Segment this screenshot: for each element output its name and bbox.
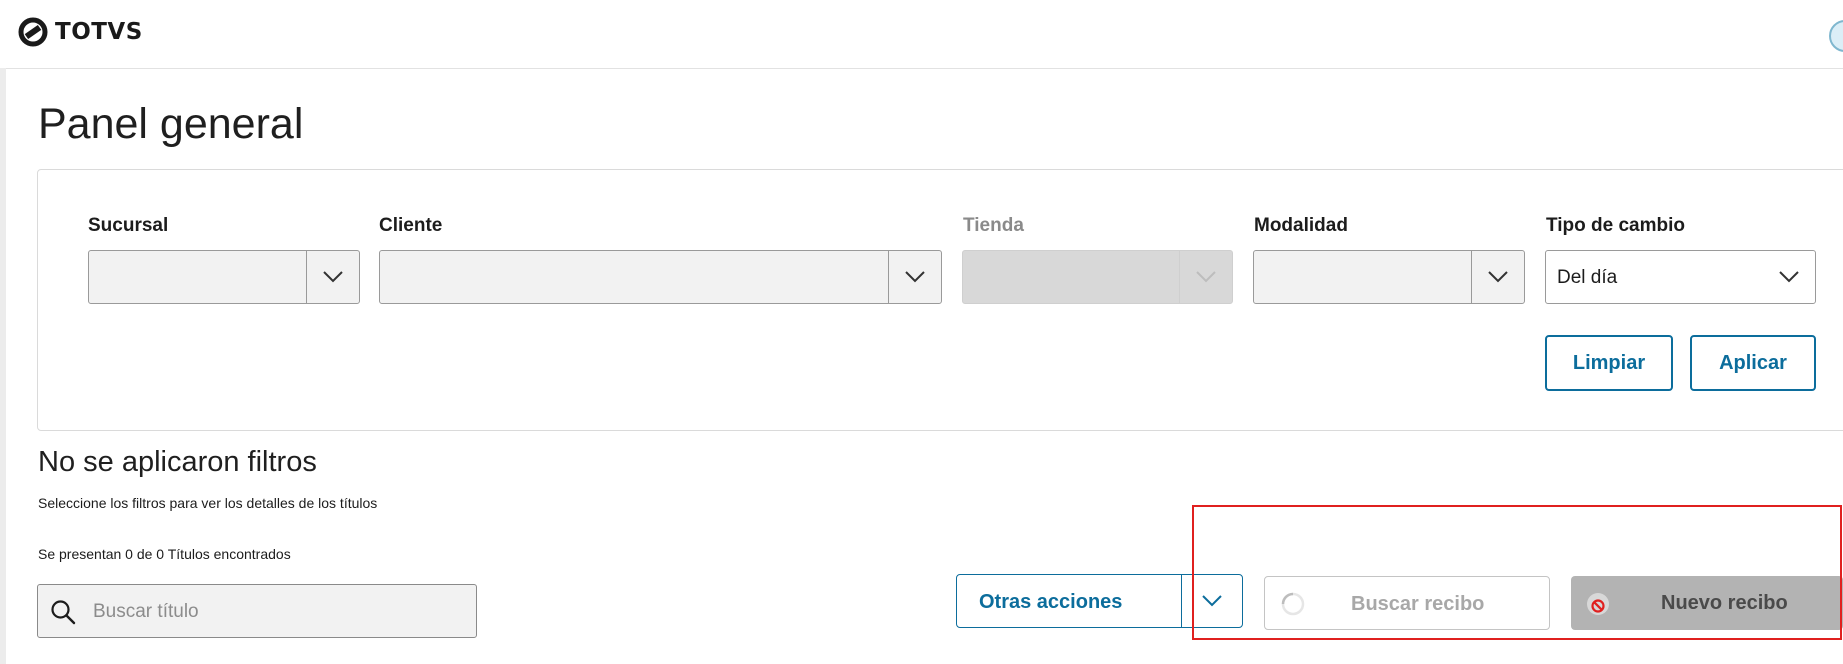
chevron-down-icon — [1202, 595, 1222, 607]
page-title: Panel general — [38, 100, 304, 148]
apply-button[interactable]: Aplicar — [1690, 335, 1816, 391]
modalidad-dropdown-toggle[interactable] — [1471, 251, 1524, 303]
search-receipt-label: Buscar recibo — [1351, 593, 1485, 615]
tienda-dropdown-toggle — [1179, 251, 1232, 303]
cliente-label: Cliente — [379, 215, 443, 236]
chevron-down-icon — [905, 271, 925, 283]
search-placeholder: Buscar título — [93, 601, 199, 622]
modalidad-select[interactable] — [1253, 250, 1525, 304]
chevron-down-icon — [1488, 271, 1508, 283]
sucursal-select[interactable] — [88, 250, 360, 304]
tienda-select — [962, 250, 1233, 304]
totvs-logo[interactable]: TOTVS — [18, 15, 143, 49]
top-bar: TOTVS — [0, 0, 1843, 69]
no-filters-title: No se aplicaron filtros — [38, 446, 317, 478]
other-actions-label: Otras acciones — [979, 591, 1123, 613]
tipo-cambio-label: Tipo de cambio — [1546, 215, 1686, 236]
search-icon — [51, 600, 76, 625]
totvs-logo-icon — [18, 17, 48, 47]
sucursal-dropdown-toggle[interactable] — [306, 251, 359, 303]
tipo-cambio-value: Del día — [1557, 267, 1618, 288]
search-receipt-button[interactable]: Buscar recibo — [1264, 576, 1550, 630]
chevron-down-icon — [1779, 271, 1799, 283]
user-avatar[interactable] — [1829, 20, 1843, 52]
sidebar-edge — [0, 68, 6, 664]
tipo-cambio-select[interactable]: Del día — [1545, 250, 1816, 304]
cliente-dropdown-toggle[interactable] — [888, 251, 941, 303]
new-receipt-button[interactable]: Nuevo recibo — [1571, 576, 1843, 630]
not-allowed-icon — [1587, 593, 1609, 615]
chevron-down-icon — [323, 271, 343, 283]
loading-spinner-icon — [1281, 592, 1305, 616]
other-actions-toggle[interactable] — [1181, 575, 1242, 627]
modalidad-label: Modalidad — [1254, 215, 1348, 236]
tienda-label: Tienda — [963, 215, 1024, 236]
tipo-cambio-dropdown-toggle[interactable] — [1763, 251, 1815, 303]
chevron-down-icon — [1196, 271, 1216, 283]
clear-button[interactable]: Limpiar — [1545, 335, 1673, 391]
other-actions-button[interactable]: Otras acciones — [956, 574, 1243, 628]
search-input[interactable]: Buscar título — [37, 584, 477, 638]
results-count: Se presentan 0 de 0 Títulos encontrados — [38, 546, 291, 562]
no-filters-subtitle: Seleccione los filtros para ver los deta… — [38, 495, 378, 511]
new-receipt-label: Nuevo recibo — [1661, 592, 1788, 614]
sucursal-label: Sucursal — [88, 215, 169, 236]
brand-name: TOTVS — [55, 19, 143, 45]
cliente-select[interactable] — [379, 250, 942, 304]
